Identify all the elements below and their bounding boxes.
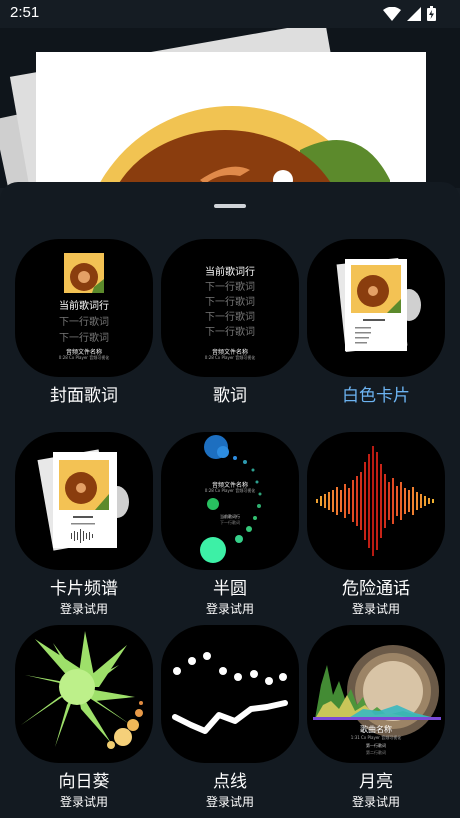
file-meta: 0:28 Cx Player 音频可视化 bbox=[58, 355, 110, 360]
next-lyric: 下一行歌词 bbox=[59, 317, 109, 328]
next-lyric: 下一行歌词 bbox=[205, 282, 255, 293]
style-tile-semicircle[interactable]: 音频文件名称 0:28 Cx Player 音频可视化 当前歌词行 下一行歌词 bbox=[161, 432, 299, 570]
style-label: 向日葵 bbox=[58, 772, 110, 792]
current-lyric: 当前歌词行 bbox=[205, 267, 255, 278]
style-tile-dots-lines[interactable] bbox=[161, 625, 299, 763]
card-spectrum-preview bbox=[37, 449, 129, 551]
next-lyric: 第一行歌词 bbox=[366, 743, 386, 748]
sunflower-preview bbox=[21, 631, 143, 749]
style-tile-lyrics[interactable]: 当前歌词行 下一行歌词 下一行歌词 下一行歌词 下一行歌词 音频文件名称 0:2… bbox=[161, 239, 299, 377]
preview-artwork bbox=[0, 28, 426, 188]
style-label-selected: 白色卡片 bbox=[342, 386, 410, 406]
login-to-try-label: 登录试用 bbox=[205, 795, 254, 809]
style-label: 封面歌词 bbox=[50, 386, 118, 406]
style-label: 点线 bbox=[213, 772, 247, 792]
style-tile-white-card[interactable] bbox=[307, 239, 445, 377]
next-lyric: 下一行歌词 bbox=[205, 327, 255, 338]
song-title: 歌曲名称 bbox=[360, 725, 392, 734]
album-cover-thumbnail bbox=[64, 253, 104, 293]
status-time: 2:51 bbox=[10, 4, 40, 21]
file-meta: 0:28 Cx Player 音频可视化 bbox=[204, 355, 256, 360]
style-tile-cover-lyrics[interactable]: 当前歌词行 下一行歌词 下一行歌词 音频文件名称 0:28 Cx Player … bbox=[15, 239, 153, 377]
next-lyric: 下一行歌词 bbox=[220, 520, 240, 525]
battery-icon bbox=[427, 6, 436, 21]
style-label: 危险通话 bbox=[342, 579, 410, 599]
login-to-try-label: 登录试用 bbox=[351, 602, 400, 616]
status-bar: 2:51 bbox=[0, 0, 460, 28]
preview-area bbox=[0, 28, 460, 188]
next-lyric: 下一行歌词 bbox=[59, 333, 109, 344]
style-label: 歌词 bbox=[213, 386, 247, 406]
semicircle-preview bbox=[200, 435, 262, 563]
login-to-try-label: 登录试用 bbox=[351, 795, 400, 809]
current-lyric: 当前歌词行 bbox=[59, 301, 109, 312]
style-tile-moon[interactable]: 歌曲名称 1:31 Cx Player 音频可视化 第一行歌词 第二行歌词 bbox=[307, 625, 445, 763]
style-label: 卡片频谱 bbox=[50, 579, 118, 599]
drag-handle[interactable] bbox=[214, 204, 246, 208]
login-to-try-label: 登录试用 bbox=[59, 795, 108, 809]
login-to-try-label: 登录试用 bbox=[205, 602, 254, 616]
signal-icon bbox=[407, 6, 421, 21]
next-lyric: 下一行歌词 bbox=[205, 312, 255, 323]
style-tile-danger-call[interactable] bbox=[307, 432, 445, 570]
song-meta: 1:31 Cx Player 音频可视化 bbox=[350, 735, 402, 740]
style-label: 月亮 bbox=[359, 772, 393, 792]
style-tile-sunflower[interactable] bbox=[15, 625, 153, 763]
login-to-try-label: 登录试用 bbox=[59, 602, 108, 616]
next-lyric: 下一行歌词 bbox=[205, 297, 255, 308]
dots-lines-preview bbox=[172, 652, 288, 734]
waveform-preview bbox=[316, 446, 434, 556]
wifi-icon bbox=[383, 6, 401, 21]
file-meta: 0:28 Cx Player 音频可视化 bbox=[204, 488, 256, 493]
next-lyric: 第二行歌词 bbox=[366, 750, 386, 755]
white-card-preview bbox=[336, 258, 421, 352]
style-label: 半圆 bbox=[213, 579, 247, 599]
style-tile-card-spectrum[interactable] bbox=[15, 432, 153, 570]
